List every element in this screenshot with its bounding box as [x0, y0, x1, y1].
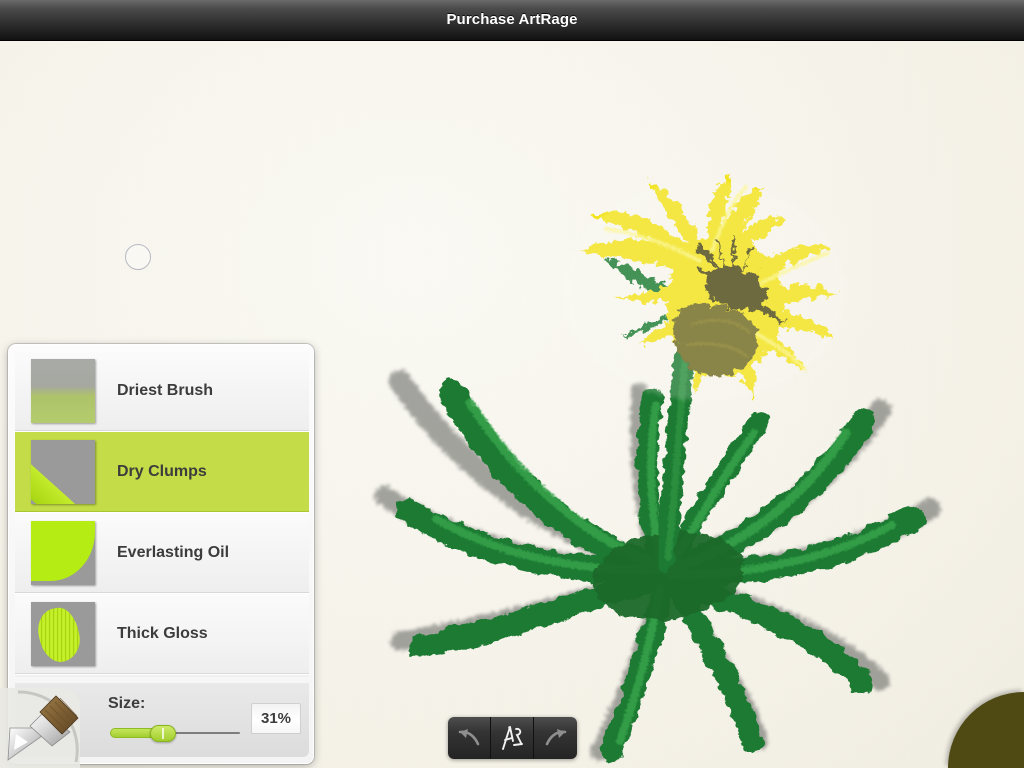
artrage-logo-icon — [502, 726, 523, 750]
dry-clumps-swatch-icon — [31, 440, 95, 504]
artrage-logo-button[interactable] — [491, 717, 534, 759]
brush-item-label: Thick Gloss — [117, 625, 208, 642]
titlebar-title: Purchase ArtRage — [446, 11, 578, 28]
everlasting-oil-swatch-icon — [31, 521, 95, 585]
size-value-field[interactable]: 31% — [251, 703, 301, 734]
redo-arrow-icon — [545, 729, 566, 746]
brush-item-everlasting-oil[interactable]: Everlasting Oil — [15, 513, 309, 594]
undo-button[interactable] — [448, 717, 491, 759]
size-label: Size: — [108, 695, 146, 712]
bottom-toolbar — [448, 717, 577, 759]
brush-cursor-canvas — [125, 244, 151, 270]
brush-preset-list[interactable]: Driest Brush Dry Clumps Everlasting Oil … — [15, 351, 309, 677]
brush-item-dry-clumps[interactable]: Dry Clumps — [15, 432, 309, 513]
thick-gloss-swatch-icon — [31, 602, 95, 666]
brush-item-label: Everlasting Oil — [117, 544, 230, 561]
size-slider-thumb[interactable] — [150, 725, 176, 742]
driest-brush-swatch-icon — [31, 359, 95, 423]
undo-arrow-icon — [458, 729, 480, 746]
brush-item-driest-brush[interactable]: Driest Brush — [15, 351, 309, 432]
brush-item-label: Dry Clumps — [117, 463, 207, 480]
size-slider[interactable] — [110, 723, 240, 743]
brush-item-label: Driest Brush — [117, 382, 214, 399]
brush-item-thick-gloss[interactable]: Thick Gloss — [15, 594, 309, 675]
artrage-app-window: Purchase ArtRage Driest Brush Dry Clumps… — [0, 0, 1024, 768]
paintbrush-icon[interactable] — [0, 688, 80, 768]
titlebar[interactable]: Purchase ArtRage — [0, 0, 1024, 41]
redo-button[interactable] — [534, 717, 577, 759]
